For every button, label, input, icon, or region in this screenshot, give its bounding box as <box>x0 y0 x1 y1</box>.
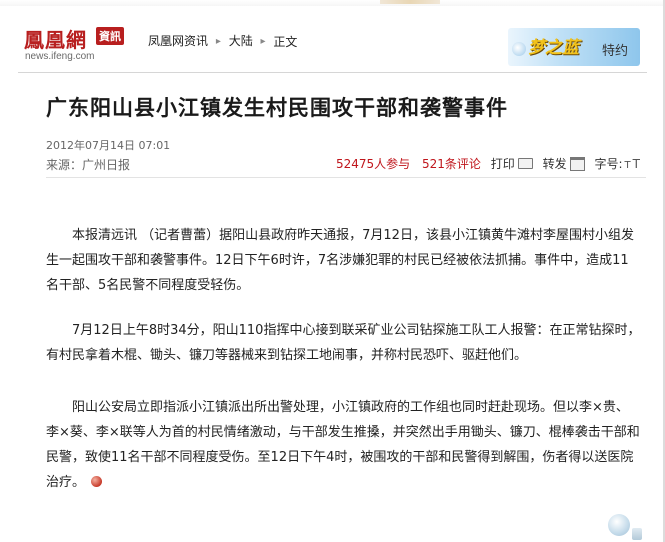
share-button[interactable]: 转发 <box>543 155 585 172</box>
banner-bubble-icon <box>512 42 526 56</box>
share-label: 转发 <box>542 157 567 171</box>
top-decoration <box>380 0 440 4</box>
font-size-large-button[interactable]: T <box>633 157 640 171</box>
print-icon <box>517 158 533 169</box>
top-strip <box>0 0 665 6</box>
article-date: 2012年07月14日 07:01 <box>46 139 171 152</box>
article-paragraph-3: 阳山公安局立即指派小江镇派出所出警处理，小江镇政府的工作组也同时赶赴现场。但以李… <box>46 395 641 495</box>
font-size-small-button[interactable]: T <box>624 160 630 171</box>
font-size-control: 字号: T T <box>594 155 640 172</box>
participants-count[interactable]: 52475人参与 <box>336 157 410 171</box>
corner-decoration <box>632 528 642 540</box>
breadcrumb: 凤凰网资讯 ▸ 大陆 ▸ 正文 <box>148 32 297 50</box>
article-paragraph-1: 本报清远讯 （记者曹蕾）据阳山县政府昨天通报，7月12日，该县小江镇黄牛滩村李屋… <box>46 228 634 293</box>
article-paragraph-2: 7月12日上午8时34分，阳山110指挥中心接到联采矿业公司钻探施工队工人报警：… <box>46 323 641 363</box>
corner-bubble-icon <box>608 514 630 536</box>
breadcrumb-item-news[interactable]: 凤凰网资讯 <box>148 34 208 48</box>
meta-divider <box>46 177 646 178</box>
swirl-icon <box>91 476 103 487</box>
site-header: 鳳凰網 資訊 news.ifeng.com 凤凰网资讯 ▸ 大陆 ▸ 正文 梦之… <box>0 8 665 70</box>
print-label: 打印 <box>490 157 515 171</box>
header-divider <box>18 72 647 73</box>
ifeng-logo[interactable]: 鳳凰網 資訊 news.ifeng.com <box>24 24 134 68</box>
comments-count[interactable]: 521条评论 <box>422 157 481 171</box>
banner-title: 梦之蓝 <box>528 38 579 58</box>
sponsor-banner[interactable]: 梦之蓝 特约 <box>508 28 640 66</box>
article-title: 广东阳山县小江镇发生村民围攻干部和袭警事件 <box>46 95 508 120</box>
breadcrumb-item-current: 正文 <box>273 35 298 49</box>
share-icon <box>569 156 585 171</box>
breadcrumb-item-mainland[interactable]: 大陆 <box>229 34 253 48</box>
logo-url: news.ifeng.com <box>25 51 95 62</box>
article-source: 来源：广州日报 <box>46 158 131 172</box>
article-stats: 52475人参与 521条评论 打印 转发 字号: T T <box>336 155 640 172</box>
banner-subtitle: 特约 <box>602 44 629 59</box>
breadcrumb-separator-icon: ▸ <box>260 36 266 47</box>
article-paragraph-3-text: 阳山公安局立即指派小江镇派出所出警处理，小江镇政府的工作组也同时赶赴现场。但以李… <box>46 400 640 490</box>
print-button[interactable]: 打印 <box>491 155 533 172</box>
logo-text: 鳳凰網 <box>24 28 87 52</box>
font-size-label: 字号: <box>594 157 623 171</box>
logo-badge: 資訊 <box>96 27 124 45</box>
breadcrumb-separator-icon: ▸ <box>215 36 221 47</box>
